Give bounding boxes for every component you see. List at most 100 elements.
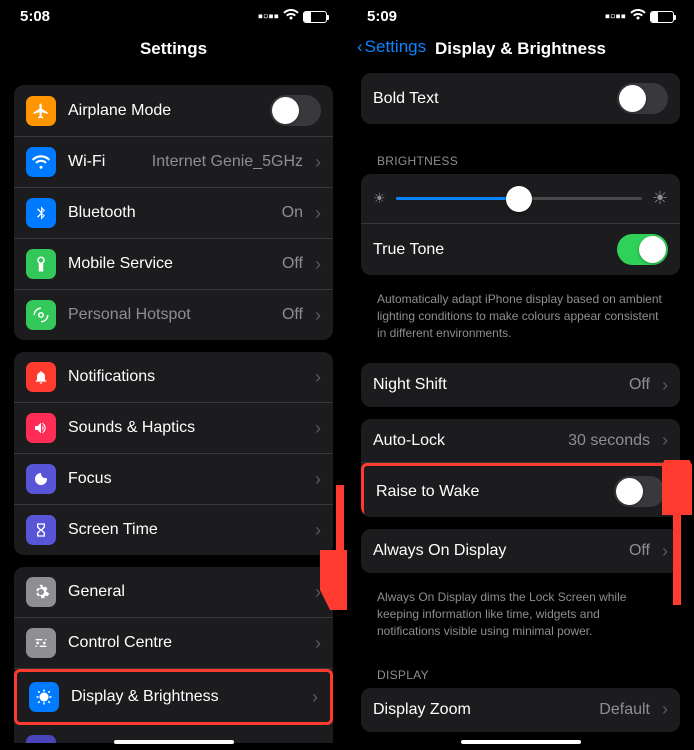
row-value: 30 seconds (568, 432, 650, 450)
sun-icon (29, 682, 59, 712)
always-on-desc: Always On Display dims the Lock Screen w… (347, 585, 694, 649)
settings-row-focus[interactable]: Focus › (14, 454, 333, 505)
true-tone-toggle[interactable] (617, 234, 668, 265)
true-tone-desc: Automatically adapt iPhone display based… (347, 287, 694, 351)
chevron-right-icon: › (315, 520, 321, 541)
home-indicator[interactable] (114, 740, 234, 744)
sun-small-icon: ☀︎ (373, 190, 386, 207)
row-label: Notifications (68, 368, 303, 386)
settings-row-screen-time[interactable]: Screen Time › (14, 505, 333, 555)
row-label: Sounds & Haptics (68, 419, 303, 437)
row-label: True Tone (373, 241, 605, 259)
hourglass-icon (26, 515, 56, 545)
antenna-icon (26, 249, 56, 279)
settings-row-control-centre[interactable]: Control Centre › (14, 618, 333, 669)
auto-lock-row[interactable]: Auto-Lock 30 seconds › (361, 419, 680, 463)
display-zoom-row[interactable]: Display Zoom Default › (361, 688, 680, 732)
battery-icon: 33 (650, 11, 674, 23)
row-label: Screen Time (68, 521, 303, 539)
brightness-slider-row: ☀︎ ☀︎ (361, 174, 680, 224)
settings-row-bluetooth[interactable]: Bluetooth On › (14, 188, 333, 239)
chevron-right-icon: › (315, 582, 321, 603)
sun-large-icon: ☀︎ (652, 188, 668, 209)
settings-row-notifications[interactable]: Notifications › (14, 352, 333, 403)
bold-text-row[interactable]: Bold Text (361, 73, 680, 124)
settings-row-personal-hotspot[interactable]: Personal Hotspot Off › (14, 290, 333, 340)
chevron-right-icon: › (315, 469, 321, 490)
row-value: Off (629, 376, 650, 394)
settings-row-sounds-haptics[interactable]: Sounds & Haptics › (14, 403, 333, 454)
status-bar: 5:09 ▪▫▪▪ 33 (347, 0, 694, 29)
brightness-header: BRIGHTNESS (347, 136, 694, 174)
time: 5:08 (20, 8, 50, 25)
speaker-icon (26, 413, 56, 443)
row-label: Auto-Lock (373, 432, 556, 450)
row-label: Bluetooth (68, 204, 270, 222)
bold-text-toggle[interactable] (617, 83, 668, 114)
page-title: Display & Brightness (435, 39, 606, 58)
row-value: Off (629, 542, 650, 560)
status-icons: ▪▫▪▪ 33 (605, 8, 674, 25)
row-label: Wi-Fi (68, 153, 140, 171)
chevron-right-icon: › (662, 375, 668, 396)
row-label: Display & Brightness (71, 688, 300, 706)
page-title: Settings (140, 39, 207, 58)
signal-icon: ▪▫▪▪ (605, 8, 626, 25)
raise-to-wake-row[interactable]: Raise to Wake (361, 463, 680, 517)
status-bar: 5:08 ▪▫▪▪ 33 (0, 0, 347, 29)
display-settings-list[interactable]: Bold Text BRIGHTNESS ☀︎ ☀︎ True Tone Aut… (347, 73, 694, 743)
row-label: Focus (68, 470, 303, 488)
display-header: DISPLAY (347, 650, 694, 688)
row-label: Always On Display (373, 542, 617, 560)
moon-icon (26, 464, 56, 494)
settings-list[interactable]: Airplane ModeWi-FiInternet Genie_5GHz›Bl… (0, 73, 347, 743)
true-tone-row[interactable]: True Tone (361, 224, 680, 275)
settings-row-airplane-mode[interactable]: Airplane Mode (14, 85, 333, 137)
back-button[interactable]: ‹ Settings (357, 37, 426, 57)
row-value: Default (599, 701, 650, 719)
bluetooth-icon (26, 198, 56, 228)
settings-row-wi-fi[interactable]: Wi-FiInternet Genie_5GHz› (14, 137, 333, 188)
row-label: Display Zoom (373, 701, 587, 719)
grid-icon (26, 735, 56, 743)
airplane-icon (26, 96, 56, 126)
row-label: Control Centre (68, 634, 303, 652)
time: 5:09 (367, 8, 397, 25)
home-indicator[interactable] (461, 740, 581, 744)
chevron-left-icon: ‹ (357, 37, 363, 57)
row-value: On (282, 204, 303, 222)
chevron-right-icon: › (315, 633, 321, 654)
chevron-right-icon: › (662, 699, 668, 720)
raise-to-wake-toggle[interactable] (614, 476, 665, 507)
status-icons: ▪▫▪▪ 33 (258, 8, 327, 25)
row-label: Airplane Mode (68, 102, 258, 120)
chevron-right-icon: › (315, 152, 321, 173)
bell-icon (26, 362, 56, 392)
slider-knob[interactable] (506, 186, 532, 212)
display-brightness-screen: 5:09 ▪▫▪▪ 33 ‹ Settings Display & Bright… (347, 0, 694, 750)
signal-icon: ▪▫▪▪ (258, 8, 279, 25)
always-on-row[interactable]: Always On Display Off › (361, 529, 680, 573)
chevron-right-icon: › (662, 541, 668, 562)
settings-screen: 5:08 ▪▫▪▪ 33 Settings Airplane Mode Wi-Fi… (0, 0, 347, 750)
row-label: Personal Hotspot (68, 306, 270, 324)
row-label: Mobile Service (68, 255, 270, 273)
toggle[interactable] (270, 95, 321, 126)
chevron-right-icon: › (315, 305, 321, 326)
settings-row-display-brightness[interactable]: Display & Brightness › (14, 669, 333, 725)
row-value: Off (282, 306, 303, 324)
wifi-icon (283, 8, 299, 25)
gear-icon (26, 577, 56, 607)
battery-icon: 33 (303, 11, 327, 23)
settings-row-general[interactable]: General› (14, 567, 333, 618)
chevron-right-icon: › (315, 418, 321, 439)
chevron-right-icon: › (315, 254, 321, 275)
chevron-right-icon: › (312, 687, 318, 708)
chevron-right-icon: › (315, 203, 321, 224)
row-value: Off (282, 255, 303, 273)
chevron-right-icon: › (315, 367, 321, 388)
night-shift-row[interactable]: Night Shift Off › (361, 363, 680, 407)
header: ‹ Settings Display & Brightness (347, 29, 694, 73)
settings-row-mobile-service[interactable]: Mobile Service Off › (14, 239, 333, 290)
brightness-slider[interactable] (396, 197, 642, 200)
